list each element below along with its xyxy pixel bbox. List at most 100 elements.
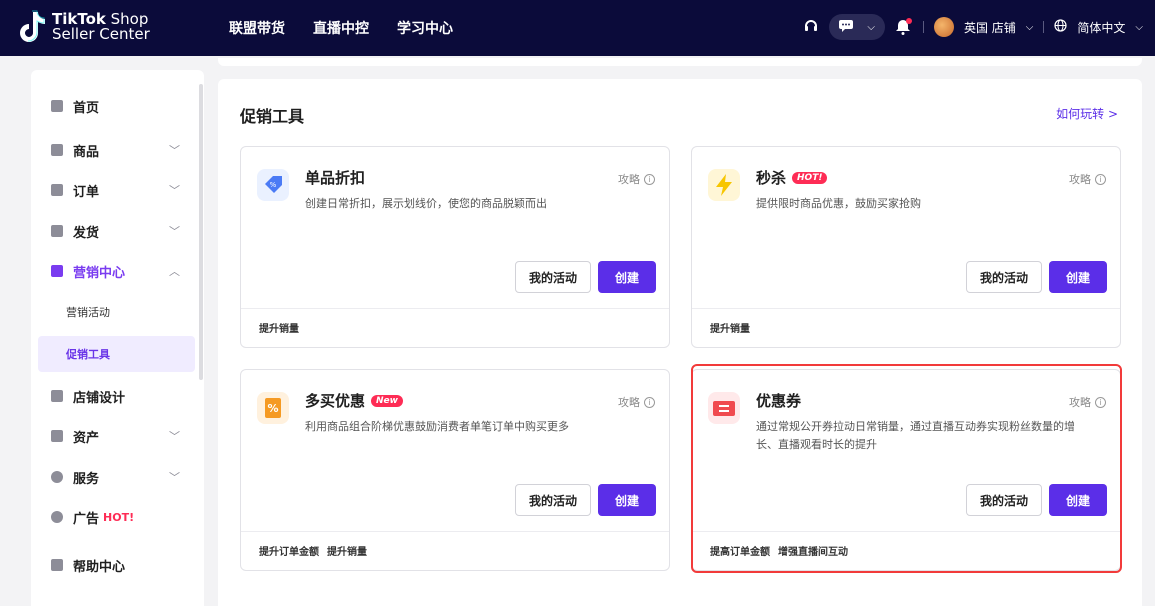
top-panel-edge <box>218 58 1142 66</box>
my-activity-button[interactable]: 我的活动 <box>966 484 1042 516</box>
logo[interactable]: TikTok Shop Seller Center <box>18 10 150 44</box>
my-activity-button[interactable]: 我的活动 <box>515 261 591 293</box>
chevron-down-icon[interactable]: ⌵ <box>1026 22 1034 33</box>
sidebar-item-label: 营销中心 <box>73 265 126 281</box>
message-button[interactable]: ⌵ <box>828 14 885 40</box>
card-title: 多买优惠 <box>305 392 366 410</box>
guide-label: 攻略 <box>618 396 640 409</box>
create-button[interactable]: 创建 <box>1049 484 1107 516</box>
discount-tag-icon: % <box>257 169 289 201</box>
page-title: 促销工具 <box>240 107 305 126</box>
product-icon <box>51 144 63 156</box>
sidebar-item-home[interactable]: 首页 <box>31 86 204 126</box>
card-title: 优惠券 <box>756 392 802 410</box>
guide-link[interactable]: 攻略 i <box>618 394 655 410</box>
sidebar-sub-campaigns[interactable]: 营销活动 <box>38 294 195 330</box>
my-activity-button[interactable]: 我的活动 <box>966 261 1042 293</box>
card-flash-sale: 秒杀 HOT! 攻略 i 提供限时商品优惠，鼓励买家抢购 我的活动 创建 提升销量 <box>691 146 1121 348</box>
marketing-icon <box>51 265 63 277</box>
home-icon <box>51 100 63 112</box>
store-avatar[interactable] <box>933 17 954 37</box>
nav-live-control[interactable]: 直播中控 <box>313 18 369 38</box>
card-divider <box>692 308 1120 309</box>
sidebar-item-label: 帮助中心 <box>73 559 126 575</box>
info-icon: i <box>1095 173 1106 185</box>
guide-link[interactable]: 攻略 i <box>1069 394 1106 410</box>
card-tags: 提高订单金额 增强直播间互动 <box>710 543 848 558</box>
svg-text:%: % <box>267 402 278 415</box>
divider <box>922 21 924 33</box>
logo-subtitle: Seller Center <box>52 25 150 43</box>
tag: 增强直播间互动 <box>778 547 848 558</box>
top-nav: 联盟带货 直播中控 学习中心 <box>229 18 453 38</box>
sidebar-scrollbar[interactable] <box>199 84 203 380</box>
help-icon <box>51 559 63 571</box>
tag: 提升销量 <box>710 324 750 335</box>
my-activity-button[interactable]: 我的活动 <box>515 484 591 516</box>
hot-badge: HOT! <box>792 171 828 184</box>
guide-link[interactable]: 攻略 i <box>618 171 655 187</box>
info-icon: i <box>1095 396 1106 408</box>
new-badge: New <box>371 394 403 407</box>
create-button[interactable]: 创建 <box>598 261 656 293</box>
nav-learning-center[interactable]: 学习中心 <box>397 18 453 38</box>
store-design-icon <box>51 390 63 402</box>
create-button[interactable]: 创建 <box>1049 261 1107 293</box>
tag: 提升订单金额 <box>259 547 319 558</box>
sidebar-item-services[interactable]: 服务 ﹀ <box>31 457 204 497</box>
shipping-icon <box>51 225 63 237</box>
sidebar-item-label: 资产 <box>73 430 100 446</box>
guide-label: 攻略 <box>1069 173 1091 186</box>
card-divider <box>692 531 1120 532</box>
sidebar-item-orders[interactable]: 订单 ﹀ <box>31 170 204 210</box>
nav-affiliate[interactable]: 联盟带货 <box>229 18 285 38</box>
sidebar-item-marketing[interactable]: 营销中心 ︿ <box>31 251 204 291</box>
sidebar-item-label: 广告 <box>73 511 100 527</box>
bell-icon[interactable] <box>895 18 913 36</box>
sidebar-item-shipping[interactable]: 发货 ﹀ <box>31 211 204 251</box>
chevron-down-icon: ﹀ <box>169 430 180 443</box>
card-description: 利用商品组合阶梯优惠鼓励消费者单笔订单中购买更多 <box>305 420 569 433</box>
message-icon <box>838 19 853 35</box>
card-divider <box>241 308 669 309</box>
tag: 提升销量 <box>327 547 367 558</box>
lightning-icon <box>708 169 740 201</box>
chevron-down-icon: ﹀ <box>169 144 180 157</box>
how-to-link[interactable]: 如何玩转 > <box>1056 105 1118 122</box>
card-tags: 提升订单金额 提升销量 <box>259 543 367 558</box>
service-icon <box>51 471 63 483</box>
card-description: 通过常规公开券拉动日常销量，通过直播互动券实现粉丝数量的增长、直播观看时长的提升 <box>756 420 1075 451</box>
card-buy-more-save: % 多买优惠 New 攻略 i 利用商品组合阶梯优惠鼓励消费者单笔订单中购买更多 我… <box>240 369 670 571</box>
create-button[interactable]: 创建 <box>598 484 656 516</box>
card-tags: 提升销量 <box>710 320 750 335</box>
guide-label: 攻略 <box>1069 396 1091 409</box>
chevron-up-icon: ︿ <box>169 265 180 278</box>
sidebar-item-ads[interactable]: 广告 HOT! <box>31 497 204 537</box>
sidebar-item-store-design[interactable]: 店铺设计 <box>31 376 204 416</box>
chevron-down-icon: ⌵ <box>867 21 875 33</box>
wallet-icon <box>51 430 63 442</box>
globe-icon[interactable] <box>1054 19 1067 35</box>
top-bar: TikTok Shop Seller Center 联盟带货 直播中控 学习中心… <box>0 0 1155 56</box>
sidebar: 首页 商品 ﹀ 订单 ﹀ 发货 ﹀ 营销中心 ︿ 营销活动 促销工具 店铺设计 … <box>31 70 204 606</box>
sidebar-item-products[interactable]: 商品 ﹀ <box>31 130 204 170</box>
card-title: 单品折扣 <box>305 169 366 187</box>
sidebar-item-label: 发货 <box>73 225 100 241</box>
sidebar-item-label: 商品 <box>73 144 100 160</box>
tag: 提高订单金额 <box>710 547 770 558</box>
sidebar-item-assets[interactable]: 资产 ﹀ <box>31 416 204 456</box>
headset-icon[interactable] <box>803 18 819 37</box>
language-selector[interactable]: 简体中文 <box>1077 19 1125 36</box>
guide-link[interactable]: 攻略 i <box>1069 171 1106 187</box>
sidebar-item-label: 首页 <box>73 100 100 116</box>
card-tags: 提升销量 <box>259 320 299 335</box>
hot-badge: HOT! <box>103 510 135 524</box>
store-name[interactable]: 英国 店铺 <box>964 19 1016 36</box>
sidebar-item-help[interactable]: 帮助中心 <box>31 545 204 585</box>
sidebar-sub-promo-tools[interactable]: 促销工具 <box>38 336 195 372</box>
chevron-down-icon[interactable]: ⌵ <box>1135 22 1143 33</box>
ads-icon <box>51 511 63 523</box>
main-panel: 促销工具 如何玩转 > % 单品折扣 攻略 i 创建日常折扣，展示划线价，使您的商… <box>218 79 1142 606</box>
card-description: 创建日常折扣，展示划线价，使您的商品脱颖而出 <box>305 197 547 210</box>
svg-text:%: % <box>270 181 277 189</box>
